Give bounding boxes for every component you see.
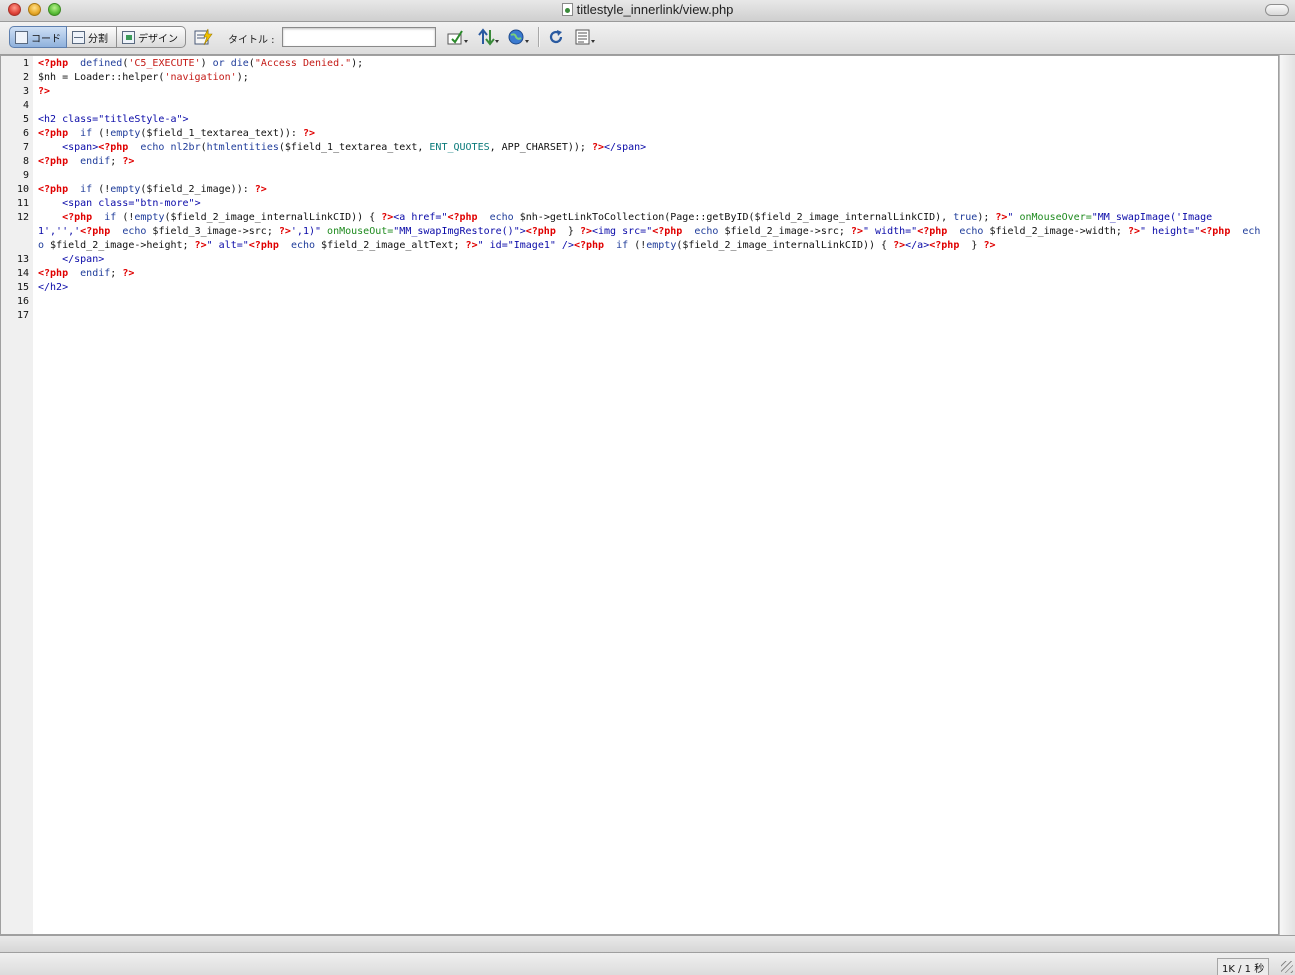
title-bar: titlestyle_innerlink/view.php: [0, 0, 1295, 22]
document-toolbar: コード 分割 デザイン タイトル :: [0, 22, 1295, 55]
design-view-icon: [122, 30, 135, 44]
toolbar-separator: [538, 27, 540, 47]
code-line: 9: [1, 169, 1280, 183]
split-view-icon: [72, 30, 85, 44]
line-number: 5: [22, 114, 29, 125]
document-title-input[interactable]: [282, 27, 436, 47]
code-line: 2 $nh = Loader::helper('navigation');: [1, 71, 1280, 85]
code-line: 17: [1, 309, 1280, 323]
design-view-button[interactable]: デザイン: [117, 26, 186, 48]
view-options-icon[interactable]: [573, 27, 599, 47]
code-line: 16: [1, 295, 1280, 309]
preview-browser-icon[interactable]: [506, 27, 532, 47]
code-line: 7 <span><?php echo nl2br(htmlentities($f…: [1, 141, 1280, 155]
code-line: 10 <?php if (!empty($field_2_image)): ?>: [1, 183, 1280, 197]
line-number: 10: [16, 184, 29, 195]
code-line: 3 ?>: [1, 85, 1280, 99]
code-line: 13 </span>: [1, 253, 1280, 267]
validate-icon[interactable]: [446, 27, 472, 47]
code-editor[interactable]: 1 <?php defined('C5_EXECUTE') or die("Ac…: [0, 55, 1279, 935]
line-number: 12: [16, 212, 29, 223]
line-code: <span><?php echo nl2br(htmlentities($fie…: [62, 142, 647, 153]
code-line: 5 <h2 class="titleStyle-a">: [1, 113, 1280, 127]
code-line: 15 </h2>: [1, 281, 1280, 295]
line-code: <?php endif; ?>: [38, 156, 135, 167]
line-number: 17: [16, 310, 29, 321]
code-view-button[interactable]: コード: [9, 26, 67, 48]
line-code: <?php if (!empty($field_2_image)): ?>: [38, 184, 267, 195]
code-line: 4: [1, 99, 1280, 113]
line-number: 9: [22, 170, 29, 181]
line-number: 1: [22, 58, 29, 69]
code-line: 11 <span class="btn-more">: [1, 197, 1280, 211]
line-code: </span>: [62, 254, 105, 265]
code-line: 14 <?php endif; ?>: [1, 267, 1280, 281]
line-number: 3: [22, 86, 29, 97]
line-code: ?>: [38, 86, 51, 97]
code-line: 1 <?php defined('C5_EXECUTE') or die("Ac…: [1, 57, 1280, 71]
vertical-scrollbar[interactable]: [1279, 55, 1295, 935]
line-number: 2: [22, 72, 29, 83]
code-line: 8 <?php endif; ?>: [1, 155, 1280, 169]
code-line: 6 <?php if (!empty($field_1_textarea_tex…: [1, 127, 1280, 141]
line-code: <?php if (!empty($field_1_textarea_text)…: [38, 128, 315, 139]
line-number: 15: [16, 282, 29, 293]
php-document-icon: [561, 3, 573, 16]
window-title: titlestyle_innerlink/view.php: [0, 2, 1295, 17]
line-number: 13: [16, 254, 29, 265]
download-size-indicator: 1K / 1 秒: [1217, 958, 1270, 975]
line-number: 14: [16, 268, 29, 279]
code-view-icon: [15, 30, 28, 44]
dreamweaver-window: titlestyle_innerlink/view.php コード 分割 デザイ…: [0, 0, 1295, 975]
line-number: 6: [22, 128, 29, 139]
file-transfer-icon[interactable]: [476, 27, 502, 47]
line-code: <?php endif; ?>: [38, 268, 135, 279]
line-code: <?php if (!empty($field_2_image_internal…: [38, 212, 1261, 251]
line-number: 4: [22, 100, 29, 111]
line-code: $nh = Loader::helper('navigation');: [38, 72, 249, 83]
code-lines: 1 <?php defined('C5_EXECUTE') or die("Ac…: [1, 57, 1280, 323]
toolbar-toggle-button[interactable]: [1265, 4, 1289, 16]
line-number: 8: [22, 156, 29, 167]
line-code: <?php defined('C5_EXECUTE') or die("Acce…: [38, 58, 364, 69]
live-data-icon[interactable]: [192, 27, 214, 47]
line-number: 16: [16, 296, 29, 307]
line-number: 7: [22, 142, 29, 153]
code-line: 12 <?php if (!empty($field_2_image_inter…: [1, 211, 1280, 253]
split-view-button[interactable]: 分割: [67, 26, 117, 48]
line-number: 11: [16, 198, 29, 209]
refresh-icon[interactable]: [545, 27, 567, 47]
horizontal-scrollbar[interactable]: [0, 935, 1295, 953]
title-label: タイトル :: [228, 35, 275, 46]
status-bar: 1K / 1 秒: [0, 953, 1295, 975]
line-code: </h2>: [38, 282, 69, 293]
line-code: <h2 class="titleStyle-a">: [38, 114, 189, 125]
resize-grip-icon[interactable]: [1281, 961, 1293, 973]
line-code: <span class="btn-more">: [62, 198, 201, 209]
